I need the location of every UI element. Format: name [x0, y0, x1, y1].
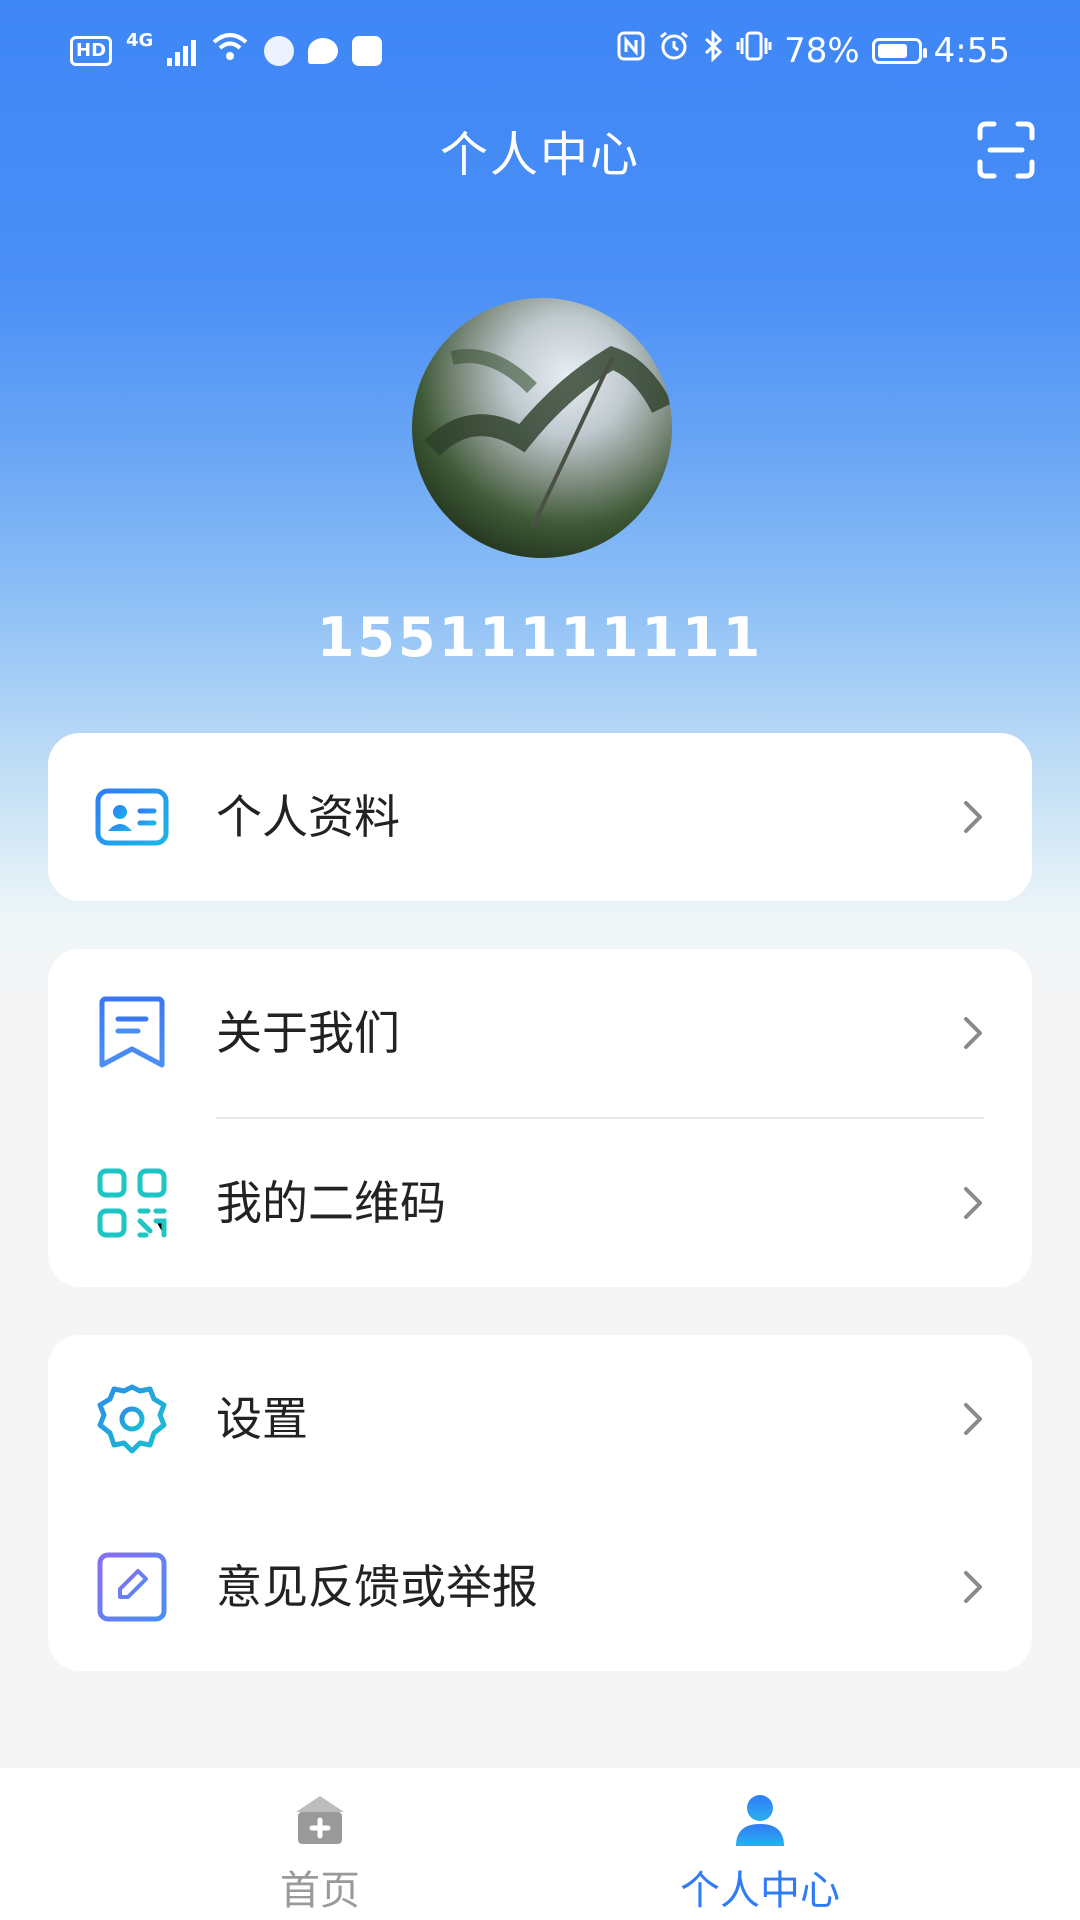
battery-icon — [871, 37, 927, 64]
clock: 4:55 — [933, 30, 1010, 71]
gear-icon — [94, 1381, 170, 1457]
menu-item-about[interactable]: 关于我们 — [48, 949, 1032, 1117]
menu-item-label: 我的二维码 — [216, 1176, 446, 1230]
edit-icon — [94, 1549, 170, 1625]
menu-item-label: 关于我们 — [216, 1006, 400, 1060]
nav-item-profile[interactable]: 个人中心 — [610, 1768, 910, 1920]
nav-item-home[interactable]: 首页 — [170, 1768, 470, 1920]
vibrate-icon — [736, 30, 772, 71]
network-type: 4G — [126, 30, 154, 51]
menu-item-qr-code[interactable]: 我的二维码 — [48, 1119, 1032, 1287]
chevron-right-icon — [952, 1567, 992, 1607]
nfc-icon — [616, 30, 646, 71]
signal-icon — [167, 36, 197, 66]
scan-icon — [977, 121, 1035, 179]
battery-percent: 78% — [784, 30, 860, 71]
username: 15511111111 — [316, 606, 764, 669]
menu-card-info: 关于我们 我的二维码 — [48, 949, 1032, 1287]
menu-item-label: 设置 — [216, 1392, 308, 1446]
nav-label-home: 首页 — [280, 1868, 360, 1914]
nav-label-profile: 个人中心 — [680, 1868, 840, 1914]
menu-item-settings[interactable]: 设置 — [48, 1335, 1032, 1503]
chevron-right-icon — [952, 797, 992, 837]
avatar[interactable] — [412, 298, 672, 558]
message-icon — [308, 37, 339, 64]
alarm-icon — [658, 30, 690, 71]
menu-card-settings: 设置 意见反馈或举报 — [48, 1335, 1032, 1671]
chevron-right-icon — [952, 1399, 992, 1439]
bookmark-icon — [94, 995, 170, 1071]
app-badge-icon — [352, 35, 383, 66]
id-card-icon — [94, 779, 170, 855]
menu-card-profile: 个人资料 — [48, 733, 1032, 901]
scan-button[interactable] — [974, 118, 1038, 182]
chevron-right-icon — [952, 1013, 992, 1053]
bottom-nav: 首页 个人中心 — [0, 1768, 1080, 1920]
chevron-right-icon — [952, 1183, 992, 1223]
menu-item-label: 意见反馈或举报 — [216, 1560, 538, 1614]
home-icon — [290, 1790, 350, 1850]
bluetooth-icon — [702, 29, 724, 71]
qr-code-icon — [94, 1165, 170, 1241]
app-notification-icon — [264, 35, 295, 66]
menu-item-label: 个人资料 — [216, 790, 400, 844]
hd-badge: HD — [70, 35, 113, 66]
page-title: 个人中心 — [439, 127, 640, 183]
person-icon — [730, 1790, 790, 1850]
menu-item-feedback[interactable]: 意见反馈或举报 — [48, 1503, 1032, 1671]
menu-item-profile[interactable]: 个人资料 — [48, 733, 1032, 901]
status-bar: HD 4G 78% 4:55 — [0, 0, 1080, 104]
wifi-icon — [210, 30, 250, 71]
